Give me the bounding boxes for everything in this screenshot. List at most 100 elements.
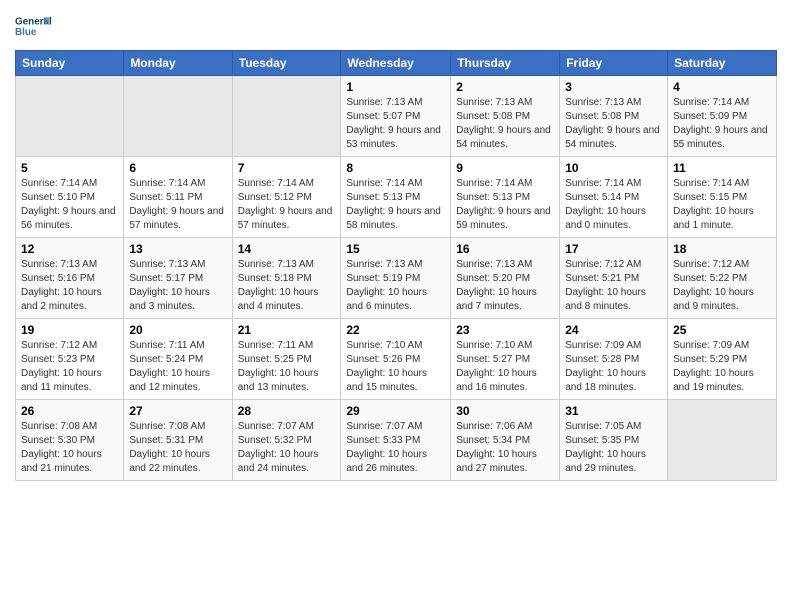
day-number: 8	[346, 161, 445, 175]
calendar-cell: 25 Sunrise: 7:09 AMSunset: 5:29 PMDayligh…	[668, 319, 777, 400]
calendar-cell: 20Sunrise: 7:11 AMSunset: 5:24 PMDayligh…	[124, 319, 232, 400]
calendar-cell: 27Sunrise: 7:08 AMSunset: 5:31 PMDayligh…	[124, 400, 232, 481]
header-row: SundayMondayTuesdayWednesdayThursdayFrid…	[16, 51, 777, 76]
day-number: 26	[21, 404, 118, 418]
day-number: 18	[673, 242, 771, 256]
day-number: 9	[456, 161, 554, 175]
day-info: Sunrise: 7:13 AMSunset: 5:17 PMDaylight:…	[129, 258, 226, 314]
day-info: Sunrise: 7:13 AMSunset: 5:08 PMDaylight:…	[456, 96, 554, 152]
day-number: 21	[238, 323, 336, 337]
day-info: Sunrise: 7:14 AMSunset: 5:13 PMDaylight:…	[456, 177, 554, 233]
day-number: 27	[129, 404, 226, 418]
calendar-cell: 4 Sunrise: 7:14 AMSunset: 5:09 PMDaylight…	[668, 76, 777, 157]
day-info: Sunrise: 7:14 AMSunset: 5:09 PMDaylight:…	[673, 96, 771, 152]
day-number: 30	[456, 404, 554, 418]
day-number: 31	[565, 404, 662, 418]
day-info: Sunrise: 7:14 AMSunset: 5:15 PMDaylight:…	[673, 177, 771, 233]
day-info: Sunrise: 7:06 AMSunset: 5:34 PMDaylight:…	[456, 420, 554, 476]
calendar-cell: 10Sunrise: 7:14 AMSunset: 5:14 PMDayligh…	[560, 157, 668, 238]
calendar-cell: 2 Sunrise: 7:13 AMSunset: 5:08 PMDaylight…	[451, 76, 560, 157]
calendar-cell: 7 Sunrise: 7:14 AMSunset: 5:12 PMDaylight…	[232, 157, 341, 238]
day-info: Sunrise: 7:14 AMSunset: 5:11 PMDaylight:…	[129, 177, 226, 233]
day-info: Sunrise: 7:09 AMSunset: 5:28 PMDaylight:…	[565, 339, 662, 395]
day-number: 23	[456, 323, 554, 337]
calendar-cell: 30 Sunrise: 7:06 AMSunset: 5:34 PMDayligh…	[451, 400, 560, 481]
day-info: Sunrise: 7:12 AMSunset: 5:22 PMDaylight:…	[673, 258, 771, 314]
day-number: 15	[346, 242, 445, 256]
day-info: Sunrise: 7:13 AMSunset: 5:20 PMDaylight:…	[456, 258, 554, 314]
calendar-cell: 14 Sunrise: 7:13 AMSunset: 5:18 PMDayligh…	[232, 238, 341, 319]
calendar-cell: 23 Sunrise: 7:10 AMSunset: 5:27 PMDayligh…	[451, 319, 560, 400]
day-number: 1	[346, 80, 445, 94]
day-number: 19	[21, 323, 118, 337]
day-info: Sunrise: 7:10 AMSunset: 5:27 PMDaylight:…	[456, 339, 554, 395]
day-info: Sunrise: 7:13 AMSunset: 5:07 PMDaylight:…	[346, 96, 445, 152]
day-number: 24	[565, 323, 662, 337]
calendar-cell: 24 Sunrise: 7:09 AMSunset: 5:28 PMDayligh…	[560, 319, 668, 400]
day-info: Sunrise: 7:12 AMSunset: 5:23 PMDaylight:…	[21, 339, 118, 395]
day-number: 25	[673, 323, 771, 337]
calendar-cell: 26Sunrise: 7:08 AMSunset: 5:30 PMDayligh…	[16, 400, 124, 481]
calendar-cell	[124, 76, 232, 157]
day-info: Sunrise: 7:09 AMSunset: 5:29 PMDaylight:…	[673, 339, 771, 395]
calendar-cell: 6 Sunrise: 7:14 AMSunset: 5:11 PMDaylight…	[124, 157, 232, 238]
col-header-wednesday: Wednesday	[341, 51, 451, 76]
calendar-cell: 9 Sunrise: 7:14 AMSunset: 5:13 PMDaylight…	[451, 157, 560, 238]
calendar-cell: 8 Sunrise: 7:14 AMSunset: 5:13 PMDaylight…	[341, 157, 451, 238]
col-header-friday: Friday	[560, 51, 668, 76]
calendar-cell: 17 Sunrise: 7:12 AMSunset: 5:21 PMDayligh…	[560, 238, 668, 319]
day-info: Sunrise: 7:14 AMSunset: 5:13 PMDaylight:…	[346, 177, 445, 233]
day-number: 7	[238, 161, 336, 175]
calendar-cell	[668, 400, 777, 481]
calendar-cell: 28Sunrise: 7:07 AMSunset: 5:32 PMDayligh…	[232, 400, 341, 481]
day-info: Sunrise: 7:14 AMSunset: 5:10 PMDaylight:…	[21, 177, 118, 233]
calendar-cell: 29 Sunrise: 7:07 AMSunset: 5:33 PMDayligh…	[341, 400, 451, 481]
header: General Blue	[15, 10, 777, 46]
col-header-sunday: Sunday	[16, 51, 124, 76]
logo-icon: General Blue	[15, 10, 51, 46]
calendar-cell: 19 Sunrise: 7:12 AMSunset: 5:23 PMDayligh…	[16, 319, 124, 400]
day-info: Sunrise: 7:14 AMSunset: 5:12 PMDaylight:…	[238, 177, 336, 233]
calendar-table: SundayMondayTuesdayWednesdayThursdayFrid…	[15, 50, 777, 481]
calendar-cell: 16 Sunrise: 7:13 AMSunset: 5:20 PMDayligh…	[451, 238, 560, 319]
week-row-1: 1 Sunrise: 7:13 AMSunset: 5:07 PMDaylight…	[16, 76, 777, 157]
week-row-2: 5 Sunrise: 7:14 AMSunset: 5:10 PMDaylight…	[16, 157, 777, 238]
calendar-cell: 3Sunrise: 7:13 AMSunset: 5:08 PMDaylight…	[560, 76, 668, 157]
day-info: Sunrise: 7:11 AMSunset: 5:25 PMDaylight:…	[238, 339, 336, 395]
day-number: 12	[21, 242, 118, 256]
day-number: 6	[129, 161, 226, 175]
calendar-cell: 18 Sunrise: 7:12 AMSunset: 5:22 PMDayligh…	[668, 238, 777, 319]
calendar-cell: 21 Sunrise: 7:11 AMSunset: 5:25 PMDayligh…	[232, 319, 341, 400]
day-info: Sunrise: 7:10 AMSunset: 5:26 PMDaylight:…	[346, 339, 445, 395]
col-header-monday: Monday	[124, 51, 232, 76]
calendar-cell: 11 Sunrise: 7:14 AMSunset: 5:15 PMDayligh…	[668, 157, 777, 238]
day-number: 16	[456, 242, 554, 256]
day-info: Sunrise: 7:07 AMSunset: 5:33 PMDaylight:…	[346, 420, 445, 476]
calendar-cell: 15 Sunrise: 7:13 AMSunset: 5:19 PMDayligh…	[341, 238, 451, 319]
day-info: Sunrise: 7:13 AMSunset: 5:19 PMDaylight:…	[346, 258, 445, 314]
calendar-cell: 22Sunrise: 7:10 AMSunset: 5:26 PMDayligh…	[341, 319, 451, 400]
calendar-cell: 31Sunrise: 7:05 AMSunset: 5:35 PMDayligh…	[560, 400, 668, 481]
calendar-cell: 13 Sunrise: 7:13 AMSunset: 5:17 PMDayligh…	[124, 238, 232, 319]
day-number: 28	[238, 404, 336, 418]
day-number: 3	[565, 80, 662, 94]
week-row-3: 12Sunrise: 7:13 AMSunset: 5:16 PMDayligh…	[16, 238, 777, 319]
day-number: 4	[673, 80, 771, 94]
day-number: 13	[129, 242, 226, 256]
calendar-cell	[232, 76, 341, 157]
day-number: 17	[565, 242, 662, 256]
day-number: 10	[565, 161, 662, 175]
col-header-saturday: Saturday	[668, 51, 777, 76]
day-number: 11	[673, 161, 771, 175]
day-info: Sunrise: 7:13 AMSunset: 5:18 PMDaylight:…	[238, 258, 336, 314]
day-info: Sunrise: 7:12 AMSunset: 5:21 PMDaylight:…	[565, 258, 662, 314]
week-row-4: 19 Sunrise: 7:12 AMSunset: 5:23 PMDayligh…	[16, 319, 777, 400]
svg-text:Blue: Blue	[15, 27, 37, 38]
day-number: 2	[456, 80, 554, 94]
day-number: 5	[21, 161, 118, 175]
day-number: 14	[238, 242, 336, 256]
day-info: Sunrise: 7:11 AMSunset: 5:24 PMDaylight:…	[129, 339, 226, 395]
col-header-tuesday: Tuesday	[232, 51, 341, 76]
calendar-cell: 5 Sunrise: 7:14 AMSunset: 5:10 PMDaylight…	[16, 157, 124, 238]
day-number: 29	[346, 404, 445, 418]
